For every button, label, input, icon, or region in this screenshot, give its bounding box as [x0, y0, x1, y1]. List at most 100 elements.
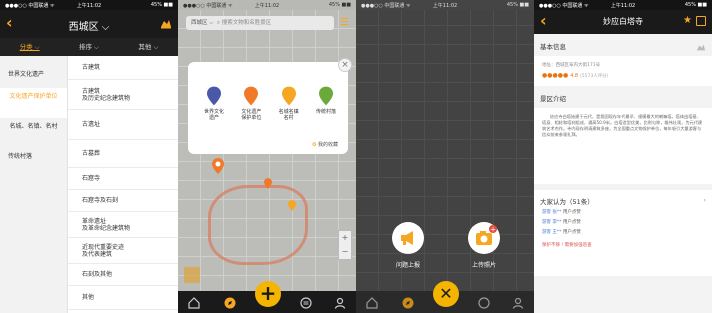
- add-button[interactable]: +: [255, 281, 281, 307]
- left-category-list: 世界文化遗产 文化遗产保护单位 名城、名镇、名村 传统村落: [0, 56, 68, 313]
- home-icon[interactable]: [366, 297, 378, 309]
- screen-site-detail: ●●●○○ 中国联通 ᯤ 上午11:02 45% ■■ ‹ 妙应白塔寺 ★ 基本…: [534, 0, 712, 313]
- popup-item-famous-towns[interactable]: 名城名镇 名村: [273, 86, 305, 121]
- rating-score: 4.8: [570, 73, 579, 79]
- collect-label: 我的收藏: [317, 142, 338, 148]
- screen-action-menu: ●●●○○ 中国联通 ᯤ 上午11:02 45% ■■ 问题上报 + 上传照片 …: [356, 0, 534, 313]
- opinion-header[interactable]: 大家认为（51条） ›: [534, 190, 712, 206]
- rating-row: ●●●●● 4.8 (5573人评分): [534, 68, 712, 79]
- profile-icon[interactable]: [334, 297, 346, 309]
- subcategory-item[interactable]: 古建筑 及历史纪念建筑物: [68, 80, 178, 110]
- subcategory-item[interactable]: 其他: [68, 286, 178, 310]
- rating-stars: ●●●●●: [542, 72, 569, 79]
- subcategory-item[interactable]: 石窟寺: [68, 168, 178, 190]
- home-icon[interactable]: [188, 297, 200, 309]
- category-popup: 世界文化 遗产 文化遗产 保护单位 名城名镇 名村 传统村落 ✪ 我的收藏: [188, 62, 348, 154]
- category-item[interactable]: 传统村落: [0, 148, 67, 170]
- time: 上午11:02: [76, 2, 102, 9]
- opinion-item: 游客 王** 用户点赞: [534, 226, 712, 236]
- search-input[interactable]: 西城区 ⌵ ⌕ 搜索文物和名胜景区: [186, 16, 334, 30]
- popup-item-label: 文化遗产 保护单位: [241, 109, 262, 121]
- filter-bar: 分类 ⌵ 排序 ⌵ 其他 ⌵: [0, 38, 178, 56]
- intro-card: 妙应寺白塔始建于元代，是我国现存年代最早、规模最大的喇嘛塔。塔体由塔基、塔身、相…: [534, 108, 712, 184]
- search-location[interactable]: 西城区 ⌵: [191, 20, 213, 26]
- opinion-footer: 保护不够 ! 需要加强巡查: [542, 243, 592, 248]
- upload-photo-button[interactable]: + 上传照片: [454, 222, 514, 269]
- popup-item-protection-unit[interactable]: 文化遗产 保护单位: [235, 86, 267, 121]
- tab-bar: ✕: [356, 281, 534, 313]
- my-collection-link[interactable]: ✪ 我的收藏: [312, 141, 338, 148]
- list-icon[interactable]: ☰: [340, 18, 350, 28]
- report-issue-button[interactable]: 问题上报: [378, 222, 438, 269]
- basic-info-card: 地址：西城区阜内大街171号 ●●●●● 4.8 (5573人评分): [534, 56, 712, 86]
- screen-map-filter: ●●●○○ 中国联通 ᯤ 上午11:02 45% ■■ 西城区 ⌵ ⌕ 搜索文物…: [178, 0, 356, 313]
- filter-other[interactable]: 其他 ⌵: [119, 38, 178, 56]
- screenshot-collage: ●●●○○ 中国联通 ᯤ 上午11:02 45% ■■ ‹ 西城区 ⌵ 分类 ⌵…: [0, 0, 712, 313]
- message-icon[interactable]: [300, 297, 312, 309]
- locate-icon[interactable]: [184, 267, 200, 283]
- zoom-out-icon[interactable]: −: [339, 245, 351, 259]
- close-menu-button[interactable]: ✕: [433, 281, 459, 307]
- subcategory-item[interactable]: 近现代重要史迹 及代表建筑: [68, 238, 178, 264]
- status-bar: ●●●○○ 中国联通 ᯤ 上午11:02 45% ■■: [356, 0, 534, 10]
- world-heritage-pin-icon: [207, 86, 221, 106]
- compass-icon[interactable]: [224, 297, 236, 309]
- report-issue-label: 问题上报: [395, 262, 420, 269]
- compass-icon[interactable]: [402, 297, 414, 309]
- opinion-text: 用户点赞: [562, 230, 581, 235]
- subcategory-item[interactable]: 革命遗址 及革命纪念建筑物: [68, 212, 178, 238]
- popup-item-label: 传统村落: [315, 109, 336, 115]
- location-pin-icon[interactable]: [288, 200, 296, 211]
- filter-sort[interactable]: 排序 ⌵: [59, 38, 118, 56]
- rating-count: (5573人评分): [579, 74, 609, 79]
- opinion-text: 用户点赞: [562, 210, 581, 215]
- zoom-in-icon[interactable]: +: [339, 231, 351, 245]
- map-icon[interactable]: [160, 17, 172, 29]
- subcategory-item[interactable]: 古墓葬: [68, 140, 178, 168]
- megaphone-icon: [392, 222, 424, 254]
- category-columns: 世界文化遗产 文化遗产保护单位 名城、名镇、名村 传统村落 古建筑 古建筑 及历…: [0, 56, 178, 313]
- search-icon: ⌕: [216, 20, 221, 26]
- category-item[interactable]: 世界文化遗产: [0, 66, 67, 88]
- favorite-star-icon[interactable]: ★: [683, 15, 692, 26]
- district-selector[interactable]: 西城区 ⌵: [0, 18, 178, 33]
- subcategory-item[interactable]: 石窟寺及石刻: [68, 190, 178, 212]
- opinion-user: 游客 张**: [542, 210, 562, 215]
- upload-photo-label: 上传照片: [471, 262, 496, 269]
- map-icon[interactable]: [696, 42, 706, 52]
- subcategory-item[interactable]: 古建筑: [68, 56, 178, 80]
- intro-text: 妙应寺白塔始建于元代，是我国现存年代最早、规模最大的喇嘛塔。塔体由塔基、塔身、相…: [542, 114, 703, 138]
- status-bar: ●●●○○ 中国联通 ᯤ 上午11:02 45% ■■: [0, 0, 178, 10]
- status-bar: ●●●○○ 中国联通 ᯤ 上午11:02 45% ■■: [534, 0, 712, 10]
- subcategory-item[interactable]: 石刻及其他: [68, 264, 178, 286]
- opinion-item: 游客 李** 用户点赞: [534, 216, 712, 226]
- close-icon[interactable]: ×: [338, 58, 352, 72]
- address[interactable]: 地址：西城区阜内大街171号: [534, 56, 712, 68]
- chevron-right-icon: ›: [703, 196, 706, 204]
- location-pin-icon[interactable]: [212, 158, 224, 174]
- filter-category[interactable]: 分类 ⌵: [0, 38, 59, 56]
- location-pin-icon[interactable]: [264, 178, 272, 189]
- popup-item-traditional-village[interactable]: 传统村落: [310, 86, 342, 121]
- screen-category-list: ●●●○○ 中国联通 ᯤ 上午11:02 45% ■■ ‹ 西城区 ⌵ 分类 ⌵…: [0, 0, 178, 313]
- zoom-control[interactable]: + −: [338, 230, 352, 260]
- status-bar: ●●●○○ 中国联通 ᯤ 上午11:02 45% ■■: [178, 0, 356, 10]
- category-item-selected[interactable]: 文化遗产保护单位: [0, 88, 67, 118]
- camera-icon: +: [468, 222, 500, 254]
- popup-item-world-heritage[interactable]: 世界文化 遗产: [198, 86, 230, 121]
- opinion-user: 游客 王**: [542, 230, 562, 235]
- map-view[interactable]: [178, 10, 356, 313]
- search-placeholder: 搜索文物和名胜景区: [221, 20, 272, 26]
- svg-text:+: +: [490, 226, 496, 234]
- opinions-card[interactable]: 大家认为（51条） › 游客 张** 用户点赞 游客 李** 用户点赞 游客 王…: [534, 190, 712, 276]
- category-item[interactable]: 名城、名镇、名村: [0, 118, 67, 148]
- nav-bar: ‹ 妙应白塔寺 ★: [534, 10, 712, 34]
- popup-item-label: 名城名镇 名村: [278, 109, 299, 121]
- share-icon[interactable]: [696, 16, 706, 26]
- traditional-village-pin-icon: [318, 86, 333, 106]
- profile-icon[interactable]: [512, 297, 524, 309]
- message-icon[interactable]: [478, 297, 490, 309]
- opinion-text: 用户点赞: [562, 220, 581, 225]
- subcategory-item[interactable]: 古遗址: [68, 110, 178, 140]
- nav-bar: ‹ 西城区 ⌵: [0, 10, 178, 38]
